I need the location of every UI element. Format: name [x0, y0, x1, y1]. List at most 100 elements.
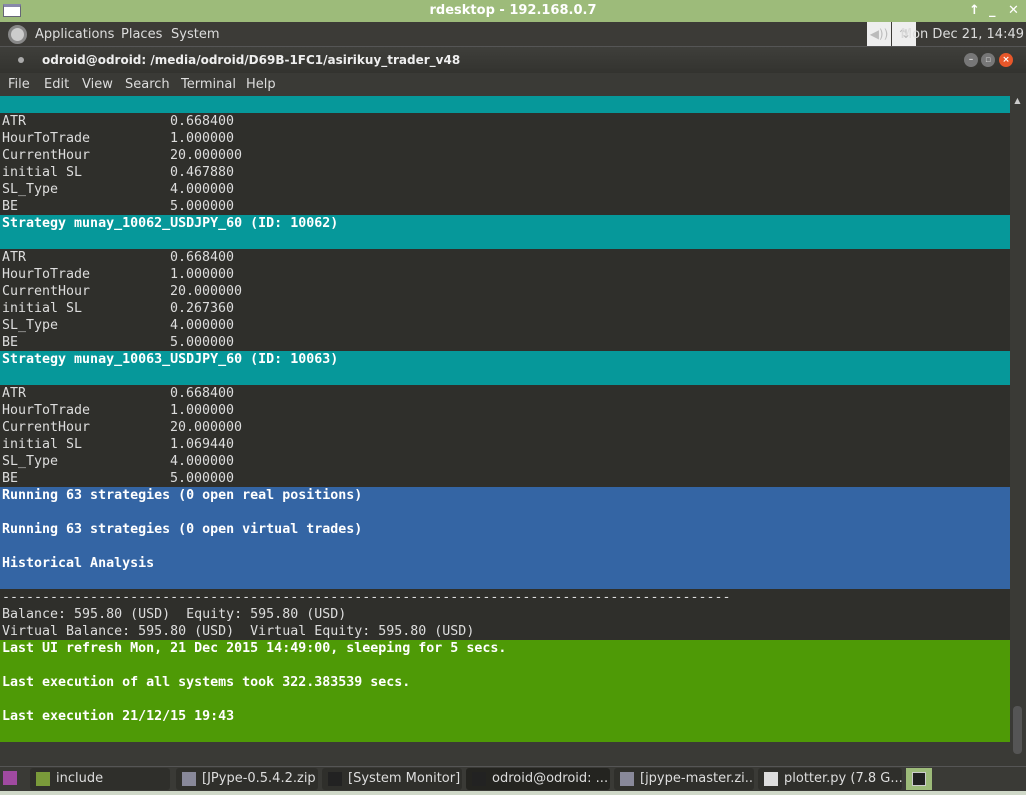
taskbar-item[interactable]: plotter.py (7.8 G...: [758, 768, 902, 790]
menu-applications[interactable]: Applications: [35, 22, 114, 47]
close-button[interactable]: ×: [999, 53, 1013, 67]
taskbar-item[interactable]: [JPype-0.5.4.2.zip ]: [176, 768, 318, 790]
terminal-line: HourToTrade 1.000000: [0, 130, 1010, 147]
param-value: 5.000000: [170, 471, 235, 486]
param-name: ATR: [2, 250, 27, 265]
terminal-line: Running 63 strategies (0 open real posit…: [0, 487, 1010, 504]
param-name: initial SL: [2, 165, 83, 180]
terminal-line: ATR 0.668400: [0, 385, 1010, 402]
scrollbar-thumb[interactable]: [1013, 706, 1022, 754]
param-value: 20.000000: [170, 420, 243, 435]
param-value: 1.000000: [170, 131, 235, 146]
param-value: 1.069440: [170, 437, 235, 452]
taskbar-item-label: [jpype-master.zi...: [640, 771, 754, 786]
param-value: 0.668400: [170, 386, 235, 401]
terminal-line: ATR 0.668400: [0, 249, 1010, 266]
window-close-button[interactable]: ✕: [1008, 0, 1019, 22]
menu-file[interactable]: File: [8, 73, 30, 96]
taskbar: include [JPype-0.5.4.2.zip ] [System Monit…: [0, 766, 1026, 795]
terminal-line: Last execution of all systems took 322.3…: [0, 674, 1010, 691]
terminal-line: [0, 725, 1010, 742]
terminal-line: SL_Type 4.000000: [0, 317, 1010, 334]
param-name: initial SL: [2, 437, 83, 452]
window-menu-icon[interactable]: [18, 57, 24, 63]
terminal-line: [0, 572, 1010, 589]
show-desktop-icon[interactable]: [3, 771, 17, 785]
menu-places[interactable]: Places: [121, 22, 162, 47]
terminal-line: [0, 368, 1010, 385]
terminal-line: Strategy munay_10063_USDJPY_60 (ID: 1006…: [0, 351, 1010, 368]
terminal-line: Virtual Balance: 595.80 (USD) Virtual Eq…: [2, 624, 475, 639]
taskbar-item[interactable]: include: [30, 768, 170, 790]
param-name: CurrentHour: [2, 284, 91, 299]
terminal-output[interactable]: ATR 0.668400 HourToTrade 1.000000 CurrentHou…: [0, 96, 1010, 742]
terminal-line: SL_Type 4.000000: [0, 181, 1010, 198]
param-value: 0.668400: [170, 114, 235, 129]
param-name: HourToTrade: [2, 267, 91, 282]
window-up-button[interactable]: ↑: [969, 0, 980, 22]
param-value: 20.000000: [170, 148, 243, 163]
param-name: SL_Type: [2, 318, 59, 333]
terminal-line: Historical Analysis: [0, 555, 1010, 572]
scroll-up-icon[interactable]: ▲: [1011, 96, 1024, 110]
terminal-title: odroid@odroid: /media/odroid/D69B-1FC1/a…: [42, 53, 461, 67]
terminal-line: [0, 657, 1010, 674]
menu-view[interactable]: View: [82, 73, 113, 96]
menu-system[interactable]: System: [171, 22, 219, 47]
minimize-button[interactable]: –: [964, 53, 978, 67]
param-name: SL_Type: [2, 454, 59, 469]
text-editor-icon: [764, 772, 778, 786]
terminal-line: initial SL 0.467880: [0, 164, 1010, 181]
taskbar-item-label: [System Monitor]: [348, 771, 461, 786]
menu-search[interactable]: Search: [125, 73, 170, 96]
param-name: SL_Type: [2, 182, 59, 197]
terminal-line: [0, 504, 1010, 521]
terminal-line: BE 5.000000: [0, 334, 1010, 351]
workspace-switcher[interactable]: [906, 768, 932, 790]
param-name: HourToTrade: [2, 403, 91, 418]
terminal-line: [0, 538, 1010, 555]
taskbar-item[interactable]: [jpype-master.zi...: [614, 768, 754, 790]
terminal-scrollbar[interactable]: ▲: [1011, 96, 1024, 760]
menu-help[interactable]: Help: [246, 73, 276, 96]
taskbar-item-label: odroid@odroid: ...: [492, 771, 609, 786]
folder-icon: [36, 772, 50, 786]
terminal-line: Last UI refresh Mon, 21 Dec 2015 14:49:0…: [0, 640, 1010, 657]
terminal-line: initial SL 0.267360: [0, 300, 1010, 317]
taskbar-item[interactable]: [System Monitor]: [322, 768, 462, 790]
clock[interactable]: Mon Dec 21, 14:49: [901, 22, 1024, 47]
terminal-line: HourToTrade 1.000000: [0, 266, 1010, 283]
param-name: ATR: [2, 386, 27, 401]
taskbar-item-label: plotter.py (7.8 G...: [784, 771, 902, 786]
param-value: 0.668400: [170, 250, 235, 265]
param-value: 20.000000: [170, 284, 243, 299]
param-value: 1.000000: [170, 403, 235, 418]
param-name: BE: [2, 335, 19, 350]
distro-logo-icon[interactable]: [8, 25, 27, 44]
volume-icon[interactable]: ◀)): [867, 22, 891, 46]
taskbar-item-label: include: [56, 771, 104, 786]
terminal-titlebar: odroid@odroid: /media/odroid/D69B-1FC1/a…: [0, 47, 1026, 73]
param-name: CurrentHour: [2, 420, 91, 435]
taskbar-item[interactable]: odroid@odroid: ...: [466, 768, 610, 790]
param-value: 5.000000: [170, 199, 235, 214]
menu-edit[interactable]: Edit: [44, 73, 69, 96]
menu-terminal[interactable]: Terminal: [181, 73, 236, 96]
terminal-line: Running 63 strategies (0 open virtual tr…: [0, 521, 1010, 538]
terminal-line: BE 5.000000: [0, 198, 1010, 215]
terminal-line: [0, 691, 1010, 708]
taskbar-edge: [0, 791, 1026, 795]
archive-icon: [620, 772, 634, 786]
param-value: 0.467880: [170, 165, 235, 180]
param-value: 1.000000: [170, 267, 235, 282]
terminal-menubar: File Edit View Search Terminal Help: [0, 73, 1026, 96]
terminal-line: SL_Type 4.000000: [0, 453, 1010, 470]
window-title: rdesktop - 192.168.0.7: [429, 3, 597, 18]
terminal-line: Last execution 21/12/15 19:43: [0, 708, 1010, 725]
param-name: BE: [2, 471, 19, 486]
terminal-line: ATR 0.668400: [0, 113, 1010, 130]
window-minimize-button[interactable]: _: [989, 0, 996, 22]
terminal-line: CurrentHour 20.000000: [0, 147, 1010, 164]
window-icon: [3, 4, 21, 17]
maximize-button[interactable]: ▫: [981, 53, 995, 67]
